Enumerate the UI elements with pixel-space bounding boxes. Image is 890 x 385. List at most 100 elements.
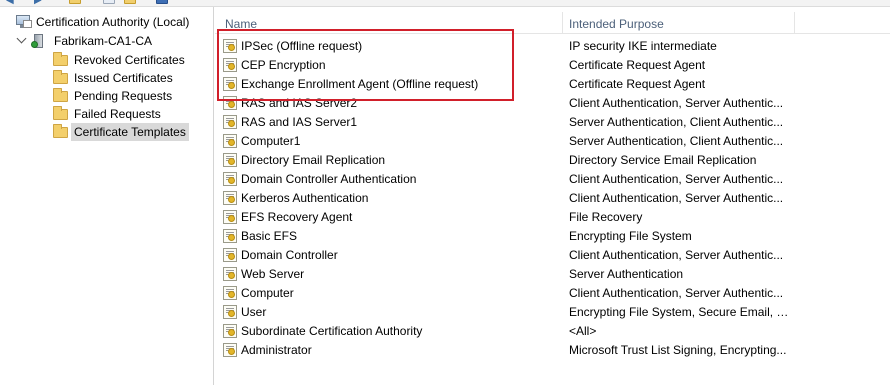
export-list-icon[interactable] [124,0,136,4]
table-row[interactable]: Domain Controller Client Authentication, … [215,246,890,265]
cell-intended-purpose: Microsoft Trust List Signing, Encrypting… [569,343,787,357]
folder-icon [53,124,68,138]
cell-intended-purpose: Client Authentication, Server Authentic.… [569,172,784,186]
cell-name: Web Server [241,267,305,281]
certificate-template-icon [223,172,237,186]
cell-name: Directory Email Replication [241,153,386,167]
tree-item-issued-certificates[interactable]: Issued Certificates [53,69,176,87]
folder-icon [53,88,68,102]
cell-intended-purpose: File Recovery [569,210,643,224]
certificate-template-icon [223,115,237,129]
tree-item-revoked-certificates[interactable]: Revoked Certificates [53,51,188,69]
cell-name: User [241,305,267,319]
cell-intended-purpose: Client Authentication, Server Authentic.… [569,286,784,300]
cell-name: Computer1 [241,134,301,148]
certificate-template-icon [223,39,237,53]
cell-intended-purpose: Encrypting File System, Secure Email, Cl… [569,305,791,319]
certificate-template-icon [223,134,237,148]
certificate-template-icon [223,153,237,167]
cell-name: IPSec (Offline request) [241,39,363,53]
cell-name: EFS Recovery Agent [241,210,353,224]
table-row[interactable]: RAS and IAS Server1 Server Authentication… [215,113,890,132]
tree-item-label: Issued Certificates [74,71,173,85]
tree-ca-node[interactable]: Fabrikam-CA1-CA [16,32,155,50]
table-row[interactable]: Administrator Microsoft Trust List Signin… [215,341,890,360]
cell-name: CEP Encryption [241,58,326,72]
tree-item-certificate-templates[interactable]: Certificate Templates [53,123,189,141]
certificate-template-icon [223,96,237,110]
cell-intended-purpose: Encrypting File System [569,229,692,243]
table-row[interactable]: Domain Controller Authentication Client A… [215,170,890,189]
cell-name: Domain Controller Authentication [241,172,417,186]
table-row[interactable]: RAS and IAS Server2 Client Authentication… [215,94,890,113]
table-row[interactable]: Subordinate Certification Authority <All> [215,322,890,341]
help-icon[interactable] [156,0,168,4]
cell-name: Kerberos Authentication [241,191,369,205]
cell-name: RAS and IAS Server2 [241,96,358,110]
cell-name: Computer [241,286,294,300]
cell-intended-purpose: Certificate Request Agent [569,77,706,91]
table-row[interactable]: Computer1 Server Authentication, Client A… [215,132,890,151]
certificate-template-icon [223,229,237,243]
cell-intended-purpose: IP security IKE intermediate [569,39,717,53]
expand-chevron-icon[interactable] [16,33,27,44]
table-row[interactable]: CEP Encryption Certificate Request Agent [215,56,890,75]
cell-intended-purpose: <All> [569,324,597,338]
tree-ca-label: Fabrikam-CA1-CA [54,34,153,48]
cell-name: Domain Controller [241,248,338,262]
show-hide-tree-icon[interactable] [103,0,115,4]
cell-intended-purpose: Server Authentication, Client Authentic.… [569,115,784,129]
tree-item-label: Failed Requests [74,107,161,121]
cell-name: Administrator [241,343,312,357]
up-folder-icon[interactable] [69,0,81,4]
list-header: Name Intended Purpose [215,12,890,34]
certificate-template-icon [223,210,237,224]
table-row[interactable]: Kerberos Authentication Client Authentica… [215,189,890,208]
cell-intended-purpose: Client Authentication, Server Authentic.… [569,191,784,205]
certificate-template-icon [223,58,237,72]
cell-name: RAS and IAS Server1 [241,115,358,129]
tree-item-pending-requests[interactable]: Pending Requests [53,87,175,105]
ca-server-icon [31,34,46,49]
cell-intended-purpose: Server Authentication, Client Authentic.… [569,134,784,148]
certificate-template-icon [223,267,237,281]
tree-item-label: Pending Requests [74,89,173,103]
table-row[interactable]: IPSec (Offline request) IP security IKE i… [215,37,890,56]
cell-intended-purpose: Client Authentication, Server Authentic.… [569,248,784,262]
cell-intended-purpose: Server Authentication [569,267,684,281]
tree-item-failed-requests[interactable]: Failed Requests [53,105,164,123]
tree-item-label: Certificate Templates [71,123,189,141]
table-row[interactable]: Web Server Server Authentication [215,265,890,284]
toolbar: ◀ ▶ [0,0,890,7]
certificate-template-icon [223,248,237,262]
cell-intended-purpose: Certificate Request Agent [569,58,706,72]
console-tree: Certification Authority (Local) Fabrikam… [0,7,214,385]
certificate-template-icon [223,324,237,338]
table-row[interactable]: EFS Recovery Agent File Recovery [215,208,890,227]
tree-root-label: Certification Authority (Local) [36,15,190,29]
folder-icon [53,106,68,120]
tree-item-label: Revoked Certificates [74,53,185,67]
certificate-template-icon [223,305,237,319]
cell-name: Exchange Enrollment Agent (Offline reque… [241,77,479,91]
certificate-template-icon [223,191,237,205]
table-row[interactable]: Computer Client Authentication, Server Au… [215,284,890,303]
folder-icon [53,70,68,84]
certificate-template-icon [223,286,237,300]
forward-arrow-icon[interactable]: ▶ [34,0,46,6]
folder-icon [53,52,68,66]
table-row[interactable]: User Encrypting File System, Secure Email… [215,303,890,322]
cell-name: Basic EFS [241,229,298,243]
cell-intended-purpose: Client Authentication, Server Authentic.… [569,96,784,110]
column-header-name[interactable]: Name [215,12,563,34]
column-header-intended-purpose[interactable]: Intended Purpose [563,12,795,34]
certificate-templates-list: Name Intended Purpose IPSec (Offline req… [215,7,890,385]
certificate-template-icon [223,343,237,357]
table-row[interactable]: Directory Email Replication Directory Ser… [215,151,890,170]
table-row[interactable]: Exchange Enrollment Agent (Offline reque… [215,75,890,94]
back-arrow-icon[interactable]: ◀ [6,0,18,6]
tree-root-node[interactable]: Certification Authority (Local) [16,13,192,31]
table-row[interactable]: Basic EFS Encrypting File System [215,227,890,246]
cell-intended-purpose: Directory Service Email Replication [569,153,757,167]
cell-name: Subordinate Certification Authority [241,324,423,338]
